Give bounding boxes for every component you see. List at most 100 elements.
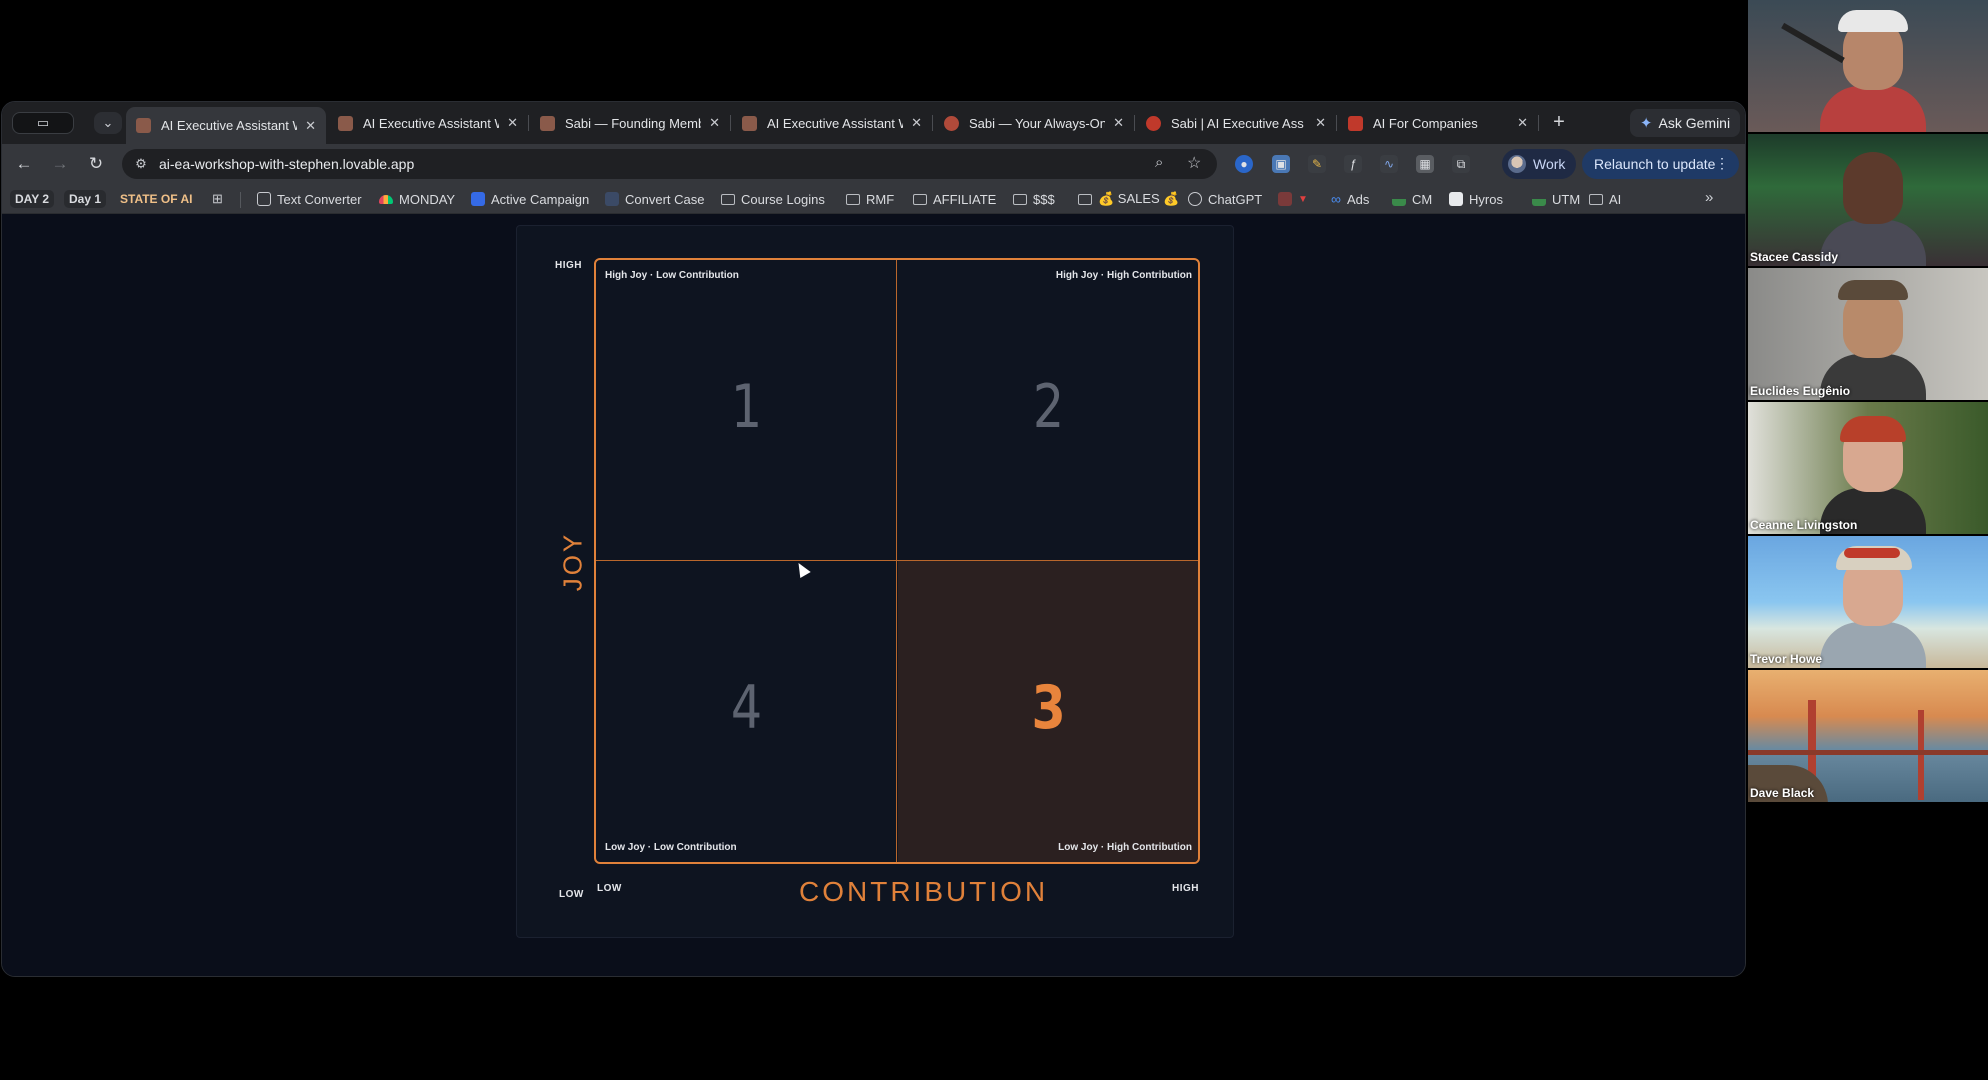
tab-strip: ▭ ⌄ AI Executive Assistant W ✕ AI Execut… bbox=[2, 102, 1745, 144]
folder-icon bbox=[721, 193, 735, 205]
tab-favicon-icon bbox=[338, 115, 353, 131]
close-icon[interactable]: ✕ bbox=[507, 115, 518, 131]
password-manager-extension-icon[interactable]: ● bbox=[1235, 155, 1253, 173]
tab-separator bbox=[932, 115, 933, 131]
close-icon[interactable]: ✕ bbox=[305, 118, 316, 134]
bookmark-chart-flag[interactable]: ▼ bbox=[1278, 189, 1308, 209]
tab-ai-executive-assistant-2[interactable]: AI Executive Assistant W ✕ bbox=[328, 107, 528, 139]
formula-extension-icon[interactable]: ƒ bbox=[1344, 155, 1362, 173]
site-info-icon[interactable]: ⚙ bbox=[132, 155, 150, 173]
bookmark-hyros[interactable]: Hyros bbox=[1449, 189, 1503, 209]
grid-extension-icon[interactable]: ▦ bbox=[1416, 155, 1434, 173]
quadrant-4[interactable]: Low Joy · Low Contribution 4 bbox=[596, 561, 898, 862]
bookmark-folder-money[interactable]: $$$ bbox=[1013, 189, 1055, 209]
bookmark-folder-sales[interactable]: 💰 SALES 💰 bbox=[1078, 189, 1180, 209]
bookmark-label: STATE OF AI bbox=[120, 192, 193, 206]
quadrant-label: Low Joy · Low Contribution bbox=[605, 842, 737, 853]
tab-separator bbox=[1134, 115, 1135, 131]
quadrant-3-highlighted[interactable]: Low Joy · High Contribution 3 bbox=[898, 561, 1198, 862]
tab-sabi-ai-executive[interactable]: Sabi | AI Executive Ass ✕ bbox=[1136, 107, 1336, 139]
close-icon[interactable]: ✕ bbox=[1315, 115, 1326, 131]
bookmark-active-campaign[interactable]: Active Campaign bbox=[471, 189, 589, 209]
participant-tile[interactable] bbox=[1748, 0, 1988, 132]
bookmark-text-converter[interactable]: Text Converter bbox=[257, 189, 362, 209]
bookmark-cm[interactable]: CM bbox=[1392, 189, 1432, 209]
bookmark-folder-rmf[interactable]: RMF bbox=[846, 189, 894, 209]
tab-label: AI Executive Assistant W bbox=[363, 115, 500, 131]
ask-gemini-button[interactable]: ✦ Ask Gemini bbox=[1630, 109, 1740, 137]
more-bookmarks-button[interactable]: » bbox=[1705, 189, 1713, 206]
participant-tile[interactable]: Trevor Howe bbox=[1748, 536, 1988, 668]
wave-extension-icon[interactable]: ∿ bbox=[1380, 155, 1398, 173]
microphone-arm-graphic bbox=[1781, 22, 1845, 64]
more-vertical-icon[interactable]: ⋮ bbox=[1715, 155, 1729, 172]
tab-favicon-icon bbox=[1146, 115, 1161, 131]
zoom-icon[interactable]: ⌕ bbox=[1155, 154, 1163, 171]
quadrant-2[interactable]: High Joy · High Contribution 2 bbox=[898, 260, 1198, 561]
tab-sabi-always-on[interactable]: Sabi — Your Always-On ✕ bbox=[934, 107, 1134, 139]
bookmarks-bar: DAY 2 Day 1 STATE OF AI ⊞ Text Converter… bbox=[2, 184, 1745, 214]
close-icon[interactable]: ✕ bbox=[911, 115, 922, 131]
profile-button[interactable]: Work bbox=[1502, 149, 1576, 179]
url-text[interactable]: ai-ea-workshop-with-stephen.lovable.app bbox=[159, 156, 414, 172]
bookmark-ads[interactable]: ∞ Ads bbox=[1331, 189, 1369, 209]
reload-button[interactable]: ↻ bbox=[84, 152, 108, 176]
tab-favicon-icon bbox=[136, 118, 151, 133]
x-axis-low-label: LOW bbox=[597, 883, 622, 894]
address-bar[interactable]: ⚙ ai-ea-workshop-with-stephen.lovable.ap… bbox=[122, 149, 1217, 179]
relaunch-to-update-button[interactable]: Relaunch to update ⋮ bbox=[1582, 149, 1739, 179]
y-axis-low-label: LOW bbox=[559, 889, 584, 900]
close-icon[interactable]: ✕ bbox=[1113, 115, 1124, 131]
new-tab-button[interactable]: + bbox=[1547, 110, 1571, 134]
participant-tile[interactable]: Dave Black bbox=[1748, 670, 1988, 802]
close-icon[interactable]: ✕ bbox=[1517, 115, 1528, 131]
participant-name: Dave Black bbox=[1750, 786, 1815, 800]
bookmark-convert-case[interactable]: Convert Case bbox=[605, 189, 704, 209]
bookmark-folder-course-logins[interactable]: Course Logins bbox=[721, 189, 825, 209]
tab-ai-executive-assistant-1[interactable]: AI Executive Assistant W ✕ bbox=[126, 107, 326, 144]
participant-tile[interactable]: Stacee Cassidy bbox=[1748, 134, 1988, 266]
forward-button[interactable]: → bbox=[48, 152, 72, 176]
hyros-icon bbox=[1449, 192, 1463, 206]
tab-search-button[interactable]: ▭ bbox=[12, 112, 74, 134]
participant-video bbox=[1820, 622, 1926, 668]
back-button[interactable]: ← bbox=[12, 152, 36, 176]
bookmark-utm[interactable]: UTM bbox=[1532, 189, 1580, 209]
tab-ai-for-companies[interactable]: AI For Companies ✕ bbox=[1338, 107, 1538, 139]
bookmark-folder-ai[interactable]: AI bbox=[1589, 189, 1621, 209]
y-axis-high-label: HIGH bbox=[555, 260, 582, 271]
participant-name: Euclides Eugênio bbox=[1750, 384, 1851, 398]
bookmark-day-1[interactable]: Day 1 bbox=[64, 190, 107, 208]
quadrant-1[interactable]: High Joy · Low Contribution 1 bbox=[596, 260, 898, 561]
bookmark-star-icon[interactable]: ☆ bbox=[1187, 153, 1201, 173]
close-icon[interactable]: ✕ bbox=[709, 115, 720, 131]
bookmark-folder-affiliate[interactable]: AFFILIATE bbox=[913, 189, 996, 209]
screen: ▭ ⌄ AI Executive Assistant W ✕ AI Execut… bbox=[0, 0, 1988, 1080]
color-picker-extension-icon[interactable]: ✎ bbox=[1308, 155, 1326, 173]
bookmark-label: Day 1 bbox=[69, 192, 102, 206]
participant-video bbox=[1820, 86, 1926, 132]
tab-ai-executive-assistant-3[interactable]: AI Executive Assistant W ✕ bbox=[732, 107, 932, 139]
x-axis-high-label: HIGH bbox=[1172, 883, 1199, 894]
bookmark-state-of-ai[interactable]: STATE OF AI bbox=[120, 189, 192, 209]
bookmark-chatgpt[interactable]: ChatGPT bbox=[1188, 189, 1262, 209]
bookmark-day-2[interactable]: DAY 2 bbox=[10, 190, 55, 208]
participant-tile[interactable]: Ceanne Livingston bbox=[1748, 402, 1988, 534]
bookmark-monday[interactable]: MONDAY bbox=[379, 189, 455, 209]
plus-icon: + bbox=[1553, 110, 1565, 133]
monday-icon bbox=[379, 194, 393, 204]
vertical-divider bbox=[896, 260, 897, 862]
bookmark-label: 💰 SALES 💰 bbox=[1098, 191, 1180, 206]
folder-icon bbox=[846, 193, 860, 205]
screen-extension-icon[interactable]: ▣ bbox=[1272, 155, 1290, 173]
tab-list-dropdown[interactable]: ⌄ bbox=[94, 112, 122, 134]
participant-tile[interactable]: Euclides Eugênio bbox=[1748, 268, 1988, 400]
folder-icon bbox=[913, 193, 927, 205]
browser-window: ▭ ⌄ AI Executive Assistant W ✕ AI Execut… bbox=[1, 101, 1746, 977]
extensions-puzzle-icon[interactable]: ⧉ bbox=[1452, 155, 1470, 173]
tab-sabi-founding-member[interactable]: Sabi — Founding Memb ✕ bbox=[530, 107, 730, 139]
tab-separator bbox=[528, 115, 529, 131]
quadrant-label: Low Joy · High Contribution bbox=[1058, 842, 1192, 853]
quadrant-matrix: High Joy · Low Contribution 1 High Joy ·… bbox=[594, 258, 1200, 864]
apps-grid-button[interactable]: ⊞ bbox=[212, 189, 223, 209]
